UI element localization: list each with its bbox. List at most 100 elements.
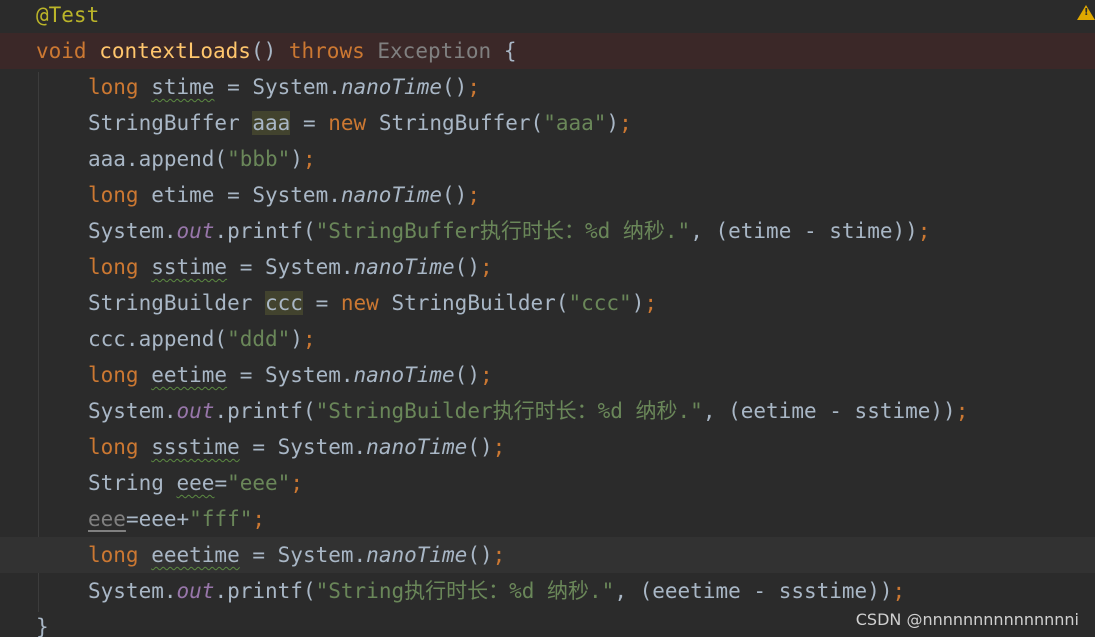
code-line[interactable]: long stime = System.nanoTime(); [0, 69, 1095, 105]
code-token: , (eetime - sstime)) [702, 399, 956, 423]
code-token: = System. [239, 543, 367, 567]
code-text: ccc.append("ddd"); [88, 321, 316, 357]
code-token: eeetime [151, 543, 240, 567]
code-token: } [36, 615, 49, 637]
code-token: eetime [151, 363, 228, 387]
code-token: = [214, 471, 228, 495]
code-token: =eee+ [125, 507, 190, 531]
warning-triangle-icon[interactable] [1077, 5, 1095, 20]
code-token: ; [492, 543, 506, 567]
code-line[interactable]: String eee="eee"; [0, 465, 1095, 501]
code-token: long [88, 183, 152, 207]
code-line[interactable]: long eetime = System.nanoTime(); [0, 357, 1095, 393]
code-token: ; [252, 507, 266, 531]
code-token: () [467, 543, 493, 567]
code-token: StringBuffer [88, 111, 253, 135]
code-token: sstime [151, 255, 228, 279]
code-token: () [442, 183, 468, 207]
code-token: = System. [239, 435, 367, 459]
code-token: ) [290, 147, 303, 171]
code-token: nanoTime [366, 543, 468, 567]
code-line[interactable]: void contextLoads() throws Exception { [0, 33, 1095, 69]
code-token: { [503, 39, 517, 63]
code-token: out [176, 579, 215, 603]
code-text: StringBuffer aaa = new StringBuffer("aaa… [88, 105, 632, 141]
code-token: ; [290, 471, 303, 495]
code-token: () [454, 255, 480, 279]
code-editor[interactable]: @Test void contextLoads() throws Exceptio… [0, 0, 1095, 637]
code-token: = System. [227, 255, 354, 279]
code-line[interactable]: @Test [0, 0, 1095, 33]
code-token: new [340, 291, 392, 315]
code-line[interactable]: eee=eee+"fff"; [0, 501, 1095, 537]
code-line[interactable]: ccc.append("ddd"); [0, 321, 1095, 357]
code-token: "String执行时长：%d 纳秒." [315, 579, 615, 603]
code-token: .printf( [214, 399, 316, 423]
code-text: eee=eee+"fff"; [88, 501, 265, 537]
code-text: StringBuilder ccc = new StringBuilder("c… [88, 285, 657, 321]
code-token: ; [955, 399, 969, 423]
code-text: long eetime = System.nanoTime(); [88, 357, 493, 393]
code-line[interactable]: System.out.printf("String执行时长：%d 纳秒.", (… [0, 573, 1095, 609]
code-token: ; [892, 579, 906, 603]
code-token: long [88, 75, 152, 99]
code-text: long stime = System.nanoTime(); [88, 69, 480, 105]
code-token: ; [302, 147, 316, 171]
code-line[interactable]: aaa.append("bbb"); [0, 141, 1095, 177]
code-token: System. [88, 219, 177, 243]
code-token: Exception [377, 39, 504, 63]
code-token: StringBuilder( [391, 291, 569, 315]
code-token: "eee" [227, 471, 291, 495]
code-token: () [442, 75, 468, 99]
code-token: contextLoads [99, 39, 251, 63]
code-token: , (eeetime - ssstime)) [614, 579, 893, 603]
code-token: stime [151, 75, 215, 99]
code-token: nanoTime [340, 75, 443, 99]
code-token: ssstime [151, 435, 240, 459]
code-token: () [467, 435, 493, 459]
code-token: "StringBuilder执行时长：%d 纳秒." [315, 399, 703, 423]
code-token: "bbb" [227, 147, 291, 171]
code-token: ; [619, 111, 632, 135]
code-token: long [88, 255, 152, 279]
code-token: = [290, 111, 329, 135]
code-token: nanoTime [340, 183, 443, 207]
code-token: = System. [227, 363, 354, 387]
code-line[interactable]: StringBuffer aaa = new StringBuffer("aaa… [0, 105, 1095, 141]
code-token: ) [631, 291, 645, 315]
code-token: aaa [252, 111, 291, 135]
code-token: ccc.append( [88, 327, 228, 351]
code-token: eee [176, 471, 215, 495]
code-line[interactable]: StringBuilder ccc = new StringBuilder("c… [0, 285, 1095, 321]
code-text: long eeetime = System.nanoTime(); [88, 537, 505, 573]
code-token: long [88, 363, 152, 387]
code-token: , (etime - stime)) [690, 219, 918, 243]
code-token: ; [492, 435, 506, 459]
code-token: = System. [214, 75, 341, 99]
code-text: String eee="eee"; [88, 465, 303, 501]
code-line[interactable]: long etime = System.nanoTime(); [0, 177, 1095, 213]
code-line[interactable]: long sstime = System.nanoTime(); [0, 249, 1095, 285]
code-token: void [36, 39, 100, 63]
code-token: new [328, 111, 379, 135]
code-token: ; [302, 327, 316, 351]
code-line[interactable]: System.out.printf("StringBuilder执行时长：%d … [0, 393, 1095, 429]
code-text: long ssstime = System.nanoTime(); [88, 429, 505, 465]
code-text: System.out.printf("StringBuffer执行时长：%d 纳… [88, 213, 930, 249]
code-line[interactable]: System.out.printf("StringBuffer执行时长：%d 纳… [0, 213, 1095, 249]
code-token: throws [288, 39, 378, 63]
code-token: eee [88, 507, 126, 531]
code-token: etime = System. [151, 183, 341, 207]
code-token: "aaa" [543, 111, 607, 135]
code-text: long etime = System.nanoTime(); [88, 177, 480, 213]
code-token: ; [479, 363, 493, 387]
code-token: "StringBuffer执行时长：%d 纳秒." [315, 219, 691, 243]
code-token: .printf( [214, 579, 316, 603]
watermark: CSDN @nnnnnnnnnnnnnnni [855, 610, 1079, 629]
code-token: .printf( [214, 219, 316, 243]
code-line[interactable]: long ssstime = System.nanoTime(); [0, 429, 1095, 465]
code-token: nanoTime [366, 435, 468, 459]
code-text: void contextLoads() throws Exception { [36, 33, 516, 69]
code-line[interactable]: long eeetime = System.nanoTime(); [0, 537, 1095, 573]
code-text: } [36, 609, 49, 637]
